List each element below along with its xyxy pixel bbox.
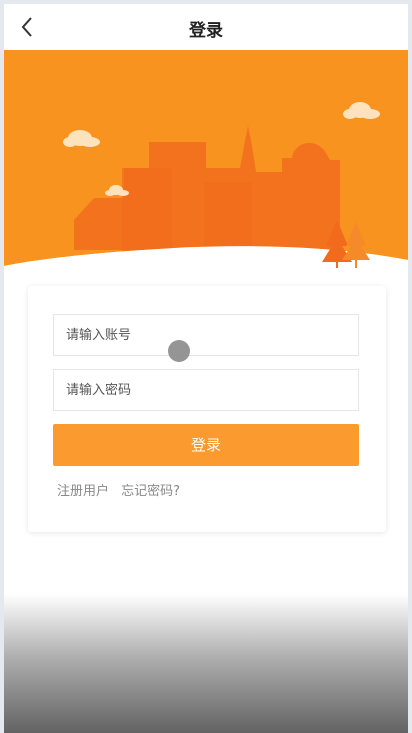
hero-banner	[4, 50, 408, 290]
touch-pointer	[168, 340, 190, 362]
auth-links: 注册用户 忘记密码?	[57, 480, 188, 499]
password-input[interactable]	[54, 370, 358, 410]
forgot-password-link[interactable]: 忘记密码?	[121, 484, 180, 499]
login-button[interactable]: 登录	[53, 424, 359, 466]
city-illustration	[4, 50, 408, 290]
phone-screen: 登录 请输入账号 登录 注册用户 忘记密码?	[4, 4, 408, 733]
register-link[interactable]: 注册用户	[57, 484, 109, 499]
header-bar: 登录	[4, 4, 408, 50]
account-field[interactable]	[53, 314, 359, 356]
bottom-shade	[4, 594, 408, 733]
account-input[interactable]	[54, 315, 358, 355]
password-field[interactable]	[53, 369, 359, 411]
page-title: 登录	[189, 21, 223, 41]
login-card: 登录 注册用户 忘记密码?	[28, 286, 386, 532]
